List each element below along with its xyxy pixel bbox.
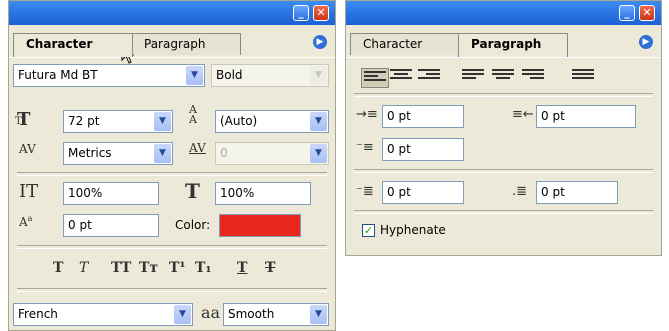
leading-select[interactable]: (Auto) ▼: [215, 110, 329, 133]
tab-paragraph[interactable]: Paragraph: [458, 33, 568, 57]
indent-first-line-field[interactable]: 0 pt: [382, 138, 464, 161]
vertical-scale-field[interactable]: 100%: [63, 182, 159, 205]
font-style-value: Bold: [216, 68, 243, 82]
vertical-scale-icon: IT: [19, 181, 39, 202]
color-label: Color:: [175, 218, 211, 232]
small-caps-button[interactable]: Tт: [139, 260, 158, 276]
horizontal-scale-field[interactable]: 100%: [215, 182, 311, 205]
justify-all-button[interactable]: [572, 69, 594, 83]
horizontal-scale-icon: T: [185, 179, 202, 203]
font-family-select[interactable]: Futura Md BT ▼: [13, 64, 205, 87]
justify-last-right-button[interactable]: [522, 69, 544, 83]
paragraph-panel-titlebar[interactable]: _ ✕: [346, 1, 661, 25]
character-panel: _ ✕ Character Paragraph ▶ Futura Md BT ▼…: [8, 0, 336, 331]
font-style-select[interactable]: Bold ▼: [211, 64, 329, 87]
baseline-shift-field[interactable]: 0 pt: [63, 214, 159, 237]
divider: [17, 288, 327, 292]
hyphenate-checkbox[interactable]: ✓: [362, 224, 375, 237]
chevron-down-icon[interactable]: ▼: [186, 66, 203, 85]
indent-left-value: 0 pt: [387, 109, 411, 123]
character-tab-row: Character Paragraph ▶: [9, 25, 335, 58]
tracking-value: 0: [220, 146, 228, 160]
faux-bold-button[interactable]: T: [53, 260, 63, 276]
chevron-down-icon[interactable]: ▼: [154, 144, 171, 163]
paragraph-panel: _ ✕ Character Paragraph ▶ →≡ 0 pt ≡← 0 p…: [345, 0, 662, 256]
align-right-button[interactable]: [418, 69, 440, 83]
antialias-select[interactable]: Smooth ▼: [223, 303, 329, 326]
language-select[interactable]: French ▼: [13, 303, 193, 326]
faux-italic-button[interactable]: T: [79, 260, 88, 276]
baseline-shift-icon: Aa: [19, 214, 33, 229]
horizontal-scale-value: 100%: [220, 186, 255, 200]
antialias-icon: aa: [201, 303, 221, 322]
close-icon[interactable]: ✕: [639, 5, 655, 21]
space-after-icon: .≣: [512, 184, 528, 199]
panel-menu-arrow-icon[interactable]: ▶: [639, 35, 653, 49]
all-caps-button[interactable]: TT: [111, 260, 131, 276]
indent-right-field[interactable]: 0 pt: [536, 105, 636, 128]
space-before-field[interactable]: 0 pt: [382, 181, 464, 204]
chevron-down-icon[interactable]: ▼: [310, 66, 327, 85]
tracking-select[interactable]: 0 ▼: [215, 142, 329, 165]
chevron-down-icon[interactable]: ▼: [310, 144, 327, 163]
indent-right-value: 0 pt: [541, 109, 565, 123]
font-size-value: 72 pt: [68, 114, 100, 128]
antialias-value: Smooth: [228, 307, 275, 321]
tab-character[interactable]: Character: [350, 33, 460, 55]
minimize-icon[interactable]: _: [619, 5, 635, 21]
space-after-value: 0 pt: [541, 185, 565, 199]
chevron-down-icon[interactable]: ▼: [310, 112, 327, 131]
font-size-select[interactable]: 72 pt ▼: [63, 110, 173, 133]
align-center-button[interactable]: [390, 69, 412, 83]
chevron-down-icon[interactable]: ▼: [154, 112, 171, 131]
indent-first-line-icon: ⁻≡: [356, 140, 374, 155]
character-panel-titlebar[interactable]: _ ✕: [9, 1, 335, 25]
superscript-button[interactable]: T¹: [169, 260, 186, 276]
justify-last-left-button[interactable]: [462, 69, 484, 83]
color-swatch[interactable]: [219, 214, 301, 237]
leading-value: (Auto): [220, 114, 258, 128]
font-family-value: Futura Md BT: [18, 68, 98, 82]
minimize-icon[interactable]: _: [293, 5, 309, 21]
strikethrough-button[interactable]: T: [265, 260, 275, 276]
panel-menu-arrow-icon[interactable]: ▶: [313, 35, 327, 49]
chevron-down-icon[interactable]: ▼: [310, 305, 327, 324]
leading-icon: AA: [189, 103, 197, 126]
language-value: French: [18, 307, 58, 321]
divider: [354, 93, 653, 97]
indent-right-icon: ≡←: [512, 107, 534, 122]
tab-character[interactable]: Character: [13, 33, 133, 57]
kerning-icon: AV: [19, 142, 36, 156]
space-before-value: 0 pt: [387, 185, 411, 199]
hyphenate-label: Hyphenate: [380, 223, 446, 237]
tab-paragraph[interactable]: Paragraph: [131, 33, 241, 55]
kerning-select[interactable]: Metrics ▼: [63, 142, 173, 165]
indent-first-line-value: 0 pt: [387, 142, 411, 156]
align-left-button[interactable]: [361, 68, 389, 88]
divider: [17, 245, 327, 249]
chevron-down-icon[interactable]: ▼: [174, 305, 191, 324]
vertical-scale-value: 100%: [68, 186, 103, 200]
paragraph-tab-row: Character Paragraph ▶: [346, 25, 661, 58]
indent-left-icon: →≡: [356, 107, 378, 122]
indent-left-field[interactable]: 0 pt: [382, 105, 464, 128]
space-before-icon: ⁻≣: [356, 184, 374, 199]
font-size-icon-small: T: [15, 116, 22, 127]
space-after-field[interactable]: 0 pt: [536, 181, 618, 204]
divider: [354, 169, 653, 173]
divider: [354, 210, 653, 214]
tracking-icon: AV: [189, 141, 206, 155]
kerning-value: Metrics: [68, 146, 112, 160]
justify-last-center-button[interactable]: [492, 69, 514, 83]
close-icon[interactable]: ✕: [313, 5, 329, 21]
divider: [17, 172, 327, 176]
baseline-shift-value: 0 pt: [68, 218, 92, 232]
subscript-button[interactable]: T₁: [195, 260, 212, 276]
underline-button[interactable]: T: [237, 260, 247, 276]
